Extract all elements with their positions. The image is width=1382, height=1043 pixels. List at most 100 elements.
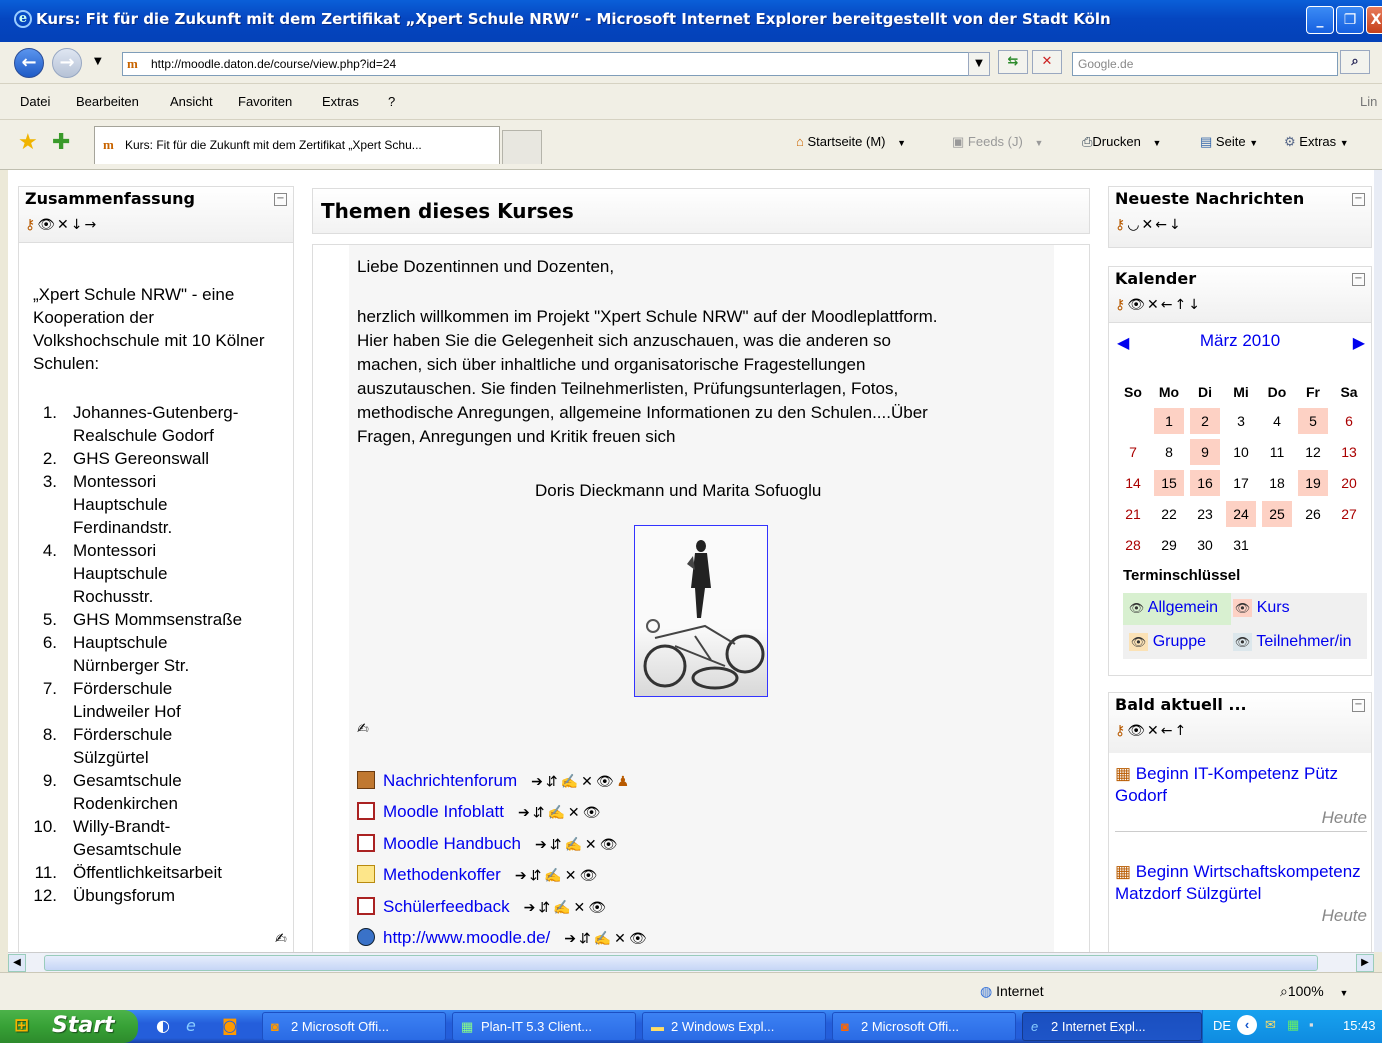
- collapse-icon[interactable]: −: [1352, 273, 1365, 286]
- calendar-day[interactable]: 30: [1187, 529, 1223, 560]
- url-field[interactable]: m http://moodle.daton.de/course/view.php?…: [122, 52, 990, 76]
- delete-icon[interactable]: ✕: [1141, 217, 1155, 233]
- scroll-right-icon[interactable]: ▶: [1356, 954, 1374, 972]
- calendar-day[interactable]: 7: [1115, 436, 1151, 467]
- move-right-icon[interactable]: ➔: [531, 773, 546, 789]
- move-right-icon[interactable]: ➔: [518, 804, 533, 820]
- menu-bearbeiten[interactable]: Bearbeiten: [76, 94, 139, 109]
- move-right-icon[interactable]: →: [85, 217, 99, 233]
- move-updown-icon[interactable]: ⇵: [530, 867, 545, 883]
- edit-icon[interactable]: ✍: [594, 930, 614, 946]
- delete-icon[interactable]: ✕: [1147, 297, 1161, 313]
- calendar-day[interactable]: 27: [1331, 498, 1367, 529]
- add-favorite-icon[interactable]: ✚: [52, 130, 70, 155]
- taskbar-btn-office-1[interactable]: ◙ 2 Microsoft Offi...: [262, 1012, 446, 1041]
- calendar-day[interactable]: 4: [1259, 405, 1295, 436]
- eye-icon[interactable]: 👁: [588, 899, 609, 915]
- resource-link[interactable]: Moodle Handbuch: [383, 834, 521, 853]
- next-month-icon[interactable]: ▶: [1353, 333, 1365, 352]
- menu-help[interactable]: ?: [388, 94, 395, 109]
- calendar-day[interactable]: 26: [1295, 498, 1331, 529]
- collapse-tray-icon[interactable]: ‹: [1237, 1015, 1257, 1035]
- month-label[interactable]: März 2010: [1109, 331, 1371, 351]
- calendar-day[interactable]: 17: [1223, 467, 1259, 498]
- tab-active[interactable]: m Kurs: Fit für die Zukunft mit dem Zerti…: [94, 126, 500, 164]
- calendar-day[interactable]: 31: [1223, 529, 1259, 560]
- taskbar-btn-ie[interactable]: e 2 Internet Expl...: [1022, 1012, 1202, 1041]
- calendar-day[interactable]: 23: [1187, 498, 1223, 529]
- delete-icon[interactable]: ✕: [1147, 723, 1161, 739]
- volume-icon[interactable]: ▪: [1309, 1017, 1314, 1032]
- extras-button[interactable]: ⚙ Extras ▼: [1284, 134, 1349, 150]
- calendar-day[interactable]: 8: [1151, 436, 1187, 467]
- calendar-day[interactable]: 19: [1295, 467, 1331, 498]
- new-tab-button[interactable]: [502, 130, 542, 164]
- scroll-left-icon[interactable]: ◀: [8, 954, 26, 972]
- calendar-day[interactable]: 22: [1151, 498, 1187, 529]
- taskbar-btn-planit[interactable]: ▦ Plan-IT 5.3 Client...: [452, 1012, 636, 1041]
- calendar-day[interactable]: 24: [1223, 498, 1259, 529]
- search-icon[interactable]: ⌕: [1340, 50, 1370, 74]
- delete-icon[interactable]: ✕: [568, 804, 583, 820]
- delete-icon[interactable]: ✕: [57, 217, 71, 233]
- calendar-day[interactable]: 15: [1151, 467, 1187, 498]
- calendar-day[interactable]: 12: [1295, 436, 1331, 467]
- print-button[interactable]: ⎙Drucken ▼: [1082, 134, 1161, 150]
- feeds-button[interactable]: ▣ Feeds (J) ▼: [952, 134, 1043, 150]
- move-right-icon[interactable]: ➔: [535, 836, 550, 852]
- move-left-icon[interactable]: ←: [1155, 217, 1169, 233]
- calendar-day[interactable]: 18: [1259, 467, 1295, 498]
- eye-icon[interactable]: 👁: [1233, 633, 1253, 651]
- history-dropdown-icon[interactable]: ▼: [94, 56, 102, 67]
- move-updown-icon[interactable]: ⇵: [579, 930, 594, 946]
- resource-link[interactable]: http://www.moodle.de/: [383, 928, 550, 947]
- roles-icon[interactable]: ⚷: [1115, 723, 1127, 739]
- zoom-control[interactable]: ⌕100% ▼: [1280, 983, 1348, 1000]
- edit-icon[interactable]: ✍: [357, 721, 369, 737]
- legend-group[interactable]: 👁 Gruppe: [1123, 627, 1231, 659]
- calendar-day[interactable]: 3: [1223, 405, 1259, 436]
- edit-icon[interactable]: ✍: [544, 867, 564, 883]
- resource-controls[interactable]: ➔⇵✍✕👁: [518, 804, 603, 820]
- eye-icon[interactable]: 👁: [1127, 723, 1147, 739]
- vertical-scrollbar[interactable]: [1374, 170, 1382, 952]
- move-down-icon[interactable]: ↓: [71, 217, 85, 233]
- block-controls[interactable]: ⚷👁✕←↑: [1115, 723, 1188, 739]
- search-input[interactable]: Google.de: [1072, 52, 1338, 76]
- roles-icon[interactable]: ♟: [617, 773, 633, 789]
- menu-datei[interactable]: Datei: [20, 94, 50, 109]
- collapse-icon[interactable]: −: [1352, 699, 1365, 712]
- resource-controls[interactable]: ➔⇵✍✕👁: [524, 899, 609, 915]
- resource-controls[interactable]: ➔⇵✍✕👁: [535, 836, 620, 852]
- calendar-day[interactable]: 14: [1115, 467, 1151, 498]
- resource-link[interactable]: Nachrichtenforum: [383, 771, 517, 790]
- calendar-day[interactable]: 25: [1259, 498, 1295, 529]
- roles-icon[interactable]: ⚷: [1115, 217, 1127, 233]
- eye-icon[interactable]: 👁: [1127, 297, 1147, 313]
- menu-ansicht[interactable]: Ansicht: [170, 94, 213, 109]
- menu-extras[interactable]: Extras: [322, 94, 359, 109]
- forward-button[interactable]: →: [52, 48, 82, 78]
- legend-course[interactable]: 👁 Kurs: [1233, 593, 1367, 625]
- move-up-icon[interactable]: ↑: [1175, 297, 1189, 313]
- links-label[interactable]: Lin: [1360, 94, 1377, 109]
- move-right-icon[interactable]: ➔: [515, 867, 530, 883]
- move-down-icon[interactable]: ↓: [1169, 217, 1183, 233]
- edit-icon[interactable]: ✍: [564, 836, 584, 852]
- event-link[interactable]: Beginn IT-Kompetenz Pütz Godorf: [1115, 764, 1338, 805]
- menu-favoriten[interactable]: Favoriten: [238, 94, 292, 109]
- start-button[interactable]: ⊞ Start: [0, 1010, 138, 1043]
- move-right-icon[interactable]: ➔: [524, 899, 539, 915]
- calendar-day[interactable]: 2: [1187, 405, 1223, 436]
- minimize-button[interactable]: _: [1306, 6, 1334, 34]
- calendar-day[interactable]: 5: [1295, 405, 1331, 436]
- collapse-icon[interactable]: −: [1352, 193, 1365, 206]
- url-dropdown-button[interactable]: ▼: [968, 52, 990, 76]
- eye-closed-icon[interactable]: ◡: [1127, 217, 1141, 233]
- move-updown-icon[interactable]: ⇵: [533, 804, 548, 820]
- desktop-icon[interactable]: ◐: [156, 1016, 170, 1035]
- eye-icon[interactable]: 👁: [37, 217, 57, 233]
- course-image[interactable]: [634, 525, 768, 697]
- calendar-day[interactable]: 1: [1151, 405, 1187, 436]
- edit-icon[interactable]: ✍: [275, 931, 287, 947]
